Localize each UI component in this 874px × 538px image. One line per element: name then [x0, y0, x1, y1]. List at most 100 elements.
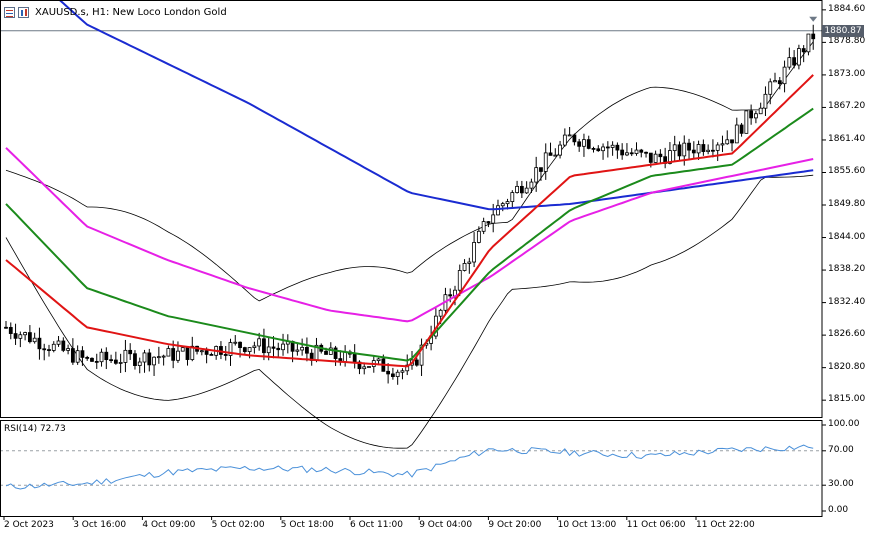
ma-blue-line — [58, 0, 814, 211]
chart-window: XAUUSD.s, H1: New Loco London Gold 1884.… — [0, 0, 874, 538]
candle-body — [75, 350, 80, 363]
candle-body — [486, 221, 491, 224]
last-price-marker — [809, 16, 818, 22]
candle-body — [300, 346, 305, 351]
candle-body — [180, 347, 185, 352]
candle-body — [782, 66, 787, 85]
candle-body — [811, 33, 816, 40]
candle-body — [720, 143, 725, 146]
chart-canvas[interactable] — [0, 0, 874, 538]
candle-body — [496, 205, 500, 216]
candle-body — [262, 338, 266, 354]
price-axis-label: 1826.60 — [828, 329, 866, 340]
candle-body — [744, 110, 749, 134]
candle-body — [47, 349, 51, 351]
candle-body — [658, 153, 663, 158]
candle-body — [472, 242, 476, 263]
candle-body — [582, 139, 586, 147]
rsi-pane-frame — [0, 420, 823, 517]
price-axis-label: 1878.80 — [828, 36, 866, 47]
candle-body — [539, 167, 543, 172]
chart-title-bar: XAUUSD.s, H1: New Loco London Gold — [4, 4, 227, 20]
time-axis-label: 5 Oct 18:00 — [280, 520, 334, 530]
candle-body — [500, 203, 505, 207]
candle-body — [266, 346, 271, 354]
candle-body — [128, 349, 133, 355]
price-axis-label: 1832.40 — [828, 296, 866, 307]
candle-body — [448, 294, 453, 297]
price-axis-label: 1861.40 — [828, 133, 866, 144]
price-axis-label: 1820.80 — [828, 361, 866, 372]
candle-body — [773, 80, 777, 83]
candle-body — [730, 139, 734, 144]
candle-body — [543, 152, 548, 172]
time-axis-label: 11 Oct 22:00 — [696, 520, 755, 530]
candle-body — [577, 141, 582, 147]
candle-body — [281, 343, 285, 351]
candle-body — [271, 346, 276, 349]
candle-body — [644, 151, 648, 154]
candle-body — [295, 349, 300, 352]
price-axis-label: 1873.00 — [828, 68, 866, 79]
candle-body — [113, 359, 118, 364]
candle-body — [199, 350, 204, 353]
candle-body — [653, 153, 658, 163]
candle-body — [8, 327, 13, 334]
candle-body — [558, 144, 562, 156]
candle-body — [257, 338, 262, 347]
candle-body — [27, 332, 32, 343]
candle-body — [586, 139, 591, 149]
candle-body — [701, 144, 706, 152]
candle-body — [166, 348, 171, 357]
candle-body — [548, 152, 553, 156]
candle-body — [672, 144, 677, 152]
symbol-list-icon[interactable] — [4, 6, 15, 18]
candle-body — [247, 347, 252, 352]
candle-body — [352, 353, 357, 363]
candle-body — [400, 370, 405, 373]
rsi-axis-label: 70.00 — [828, 444, 854, 455]
candle-body — [118, 362, 123, 364]
candle-body — [601, 146, 605, 152]
candle-body — [634, 149, 639, 154]
candle-body — [90, 357, 94, 362]
candle-body — [467, 261, 472, 264]
candle-body — [242, 347, 247, 352]
candle-body — [152, 356, 156, 366]
candle-body — [133, 353, 137, 366]
candle-body — [367, 366, 371, 368]
current-price-tag: 1880.87 — [822, 24, 864, 37]
candle-body — [171, 348, 176, 361]
candle-body — [18, 334, 23, 339]
candle-body — [85, 356, 90, 359]
candle-body — [462, 263, 467, 271]
bollinger-upper-line — [5, 41, 814, 302]
candle-body — [801, 48, 806, 53]
ma-green-line — [5, 107, 814, 362]
candle-body — [572, 134, 577, 143]
candle-body — [796, 48, 801, 66]
candle-body — [534, 167, 539, 183]
chart-type-icon[interactable] — [18, 6, 29, 18]
price-axis-label: 1849.80 — [828, 199, 866, 209]
candle-body — [276, 347, 281, 351]
candle-body — [605, 146, 610, 149]
bollinger-lower-line — [5, 174, 814, 449]
candle-body — [161, 355, 166, 358]
candle-body — [596, 148, 601, 152]
time-axis-label: 9 Oct 20:00 — [488, 520, 542, 530]
symbol-title: XAUUSD.s, H1: New Loco London Gold — [35, 6, 227, 18]
candle-body — [185, 347, 190, 360]
candle-body — [567, 134, 572, 137]
candle-body — [754, 113, 758, 119]
candle-body — [481, 221, 486, 232]
candle-body — [715, 144, 720, 151]
candle-body — [620, 149, 625, 156]
candle-body — [142, 352, 147, 363]
candle-body — [691, 149, 696, 154]
candle-body — [80, 350, 85, 358]
candle-body — [515, 185, 519, 193]
candle-body — [56, 340, 61, 345]
candle-body — [362, 366, 367, 370]
candle-body — [147, 352, 152, 366]
